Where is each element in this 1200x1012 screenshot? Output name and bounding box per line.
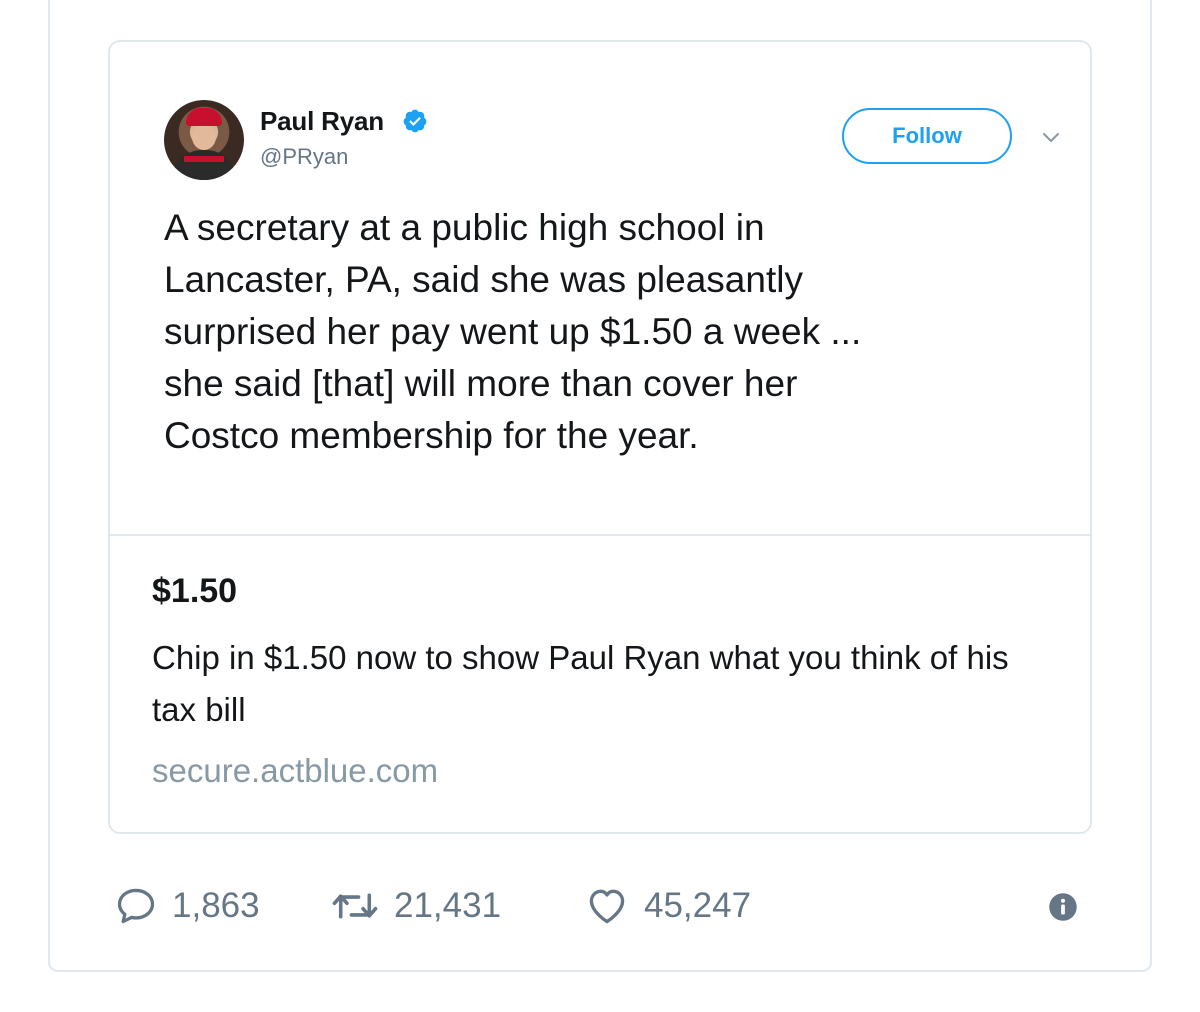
verified-badge-icon — [403, 109, 427, 133]
avatar[interactable] — [164, 100, 244, 180]
speech-bubble-icon — [117, 888, 155, 924]
embedded-tweet[interactable]: Paul Ryan @PRyan Follow A secretary at a… — [108, 40, 1092, 834]
link-card[interactable]: $1.50 Chip in $1.50 now to show Paul Rya… — [110, 538, 1090, 832]
author-handle[interactable]: @PRyan — [260, 144, 348, 170]
retweet-count: 21,431 — [394, 886, 502, 925]
reply-count: 1,863 — [172, 886, 260, 925]
author-name[interactable]: Paul Ryan — [260, 106, 384, 137]
follow-button[interactable]: Follow — [842, 108, 1012, 164]
tweet-actions: 1,863 21,431 45,247 — [108, 878, 1092, 934]
tweet-text: A secretary at a public high school in L… — [164, 207, 862, 456]
like-count: 45,247 — [644, 886, 752, 925]
heart-icon — [589, 889, 625, 924]
like-button[interactable]: 45,247 — [584, 878, 751, 934]
info-icon[interactable] — [1048, 892, 1078, 922]
reply-button[interactable]: 1,863 — [114, 878, 260, 934]
retweet-icon — [332, 893, 378, 919]
chevron-down-icon[interactable] — [1040, 126, 1062, 148]
retweet-button[interactable]: 21,431 — [330, 878, 501, 934]
card-title: $1.50 — [152, 572, 238, 610]
tweet-body: Paul Ryan @PRyan Follow A secretary at a… — [110, 42, 1090, 536]
card-description: Chip in $1.50 now to show Paul Ryan what… — [152, 639, 1009, 728]
card-domain: secure.actblue.com — [152, 752, 439, 789]
